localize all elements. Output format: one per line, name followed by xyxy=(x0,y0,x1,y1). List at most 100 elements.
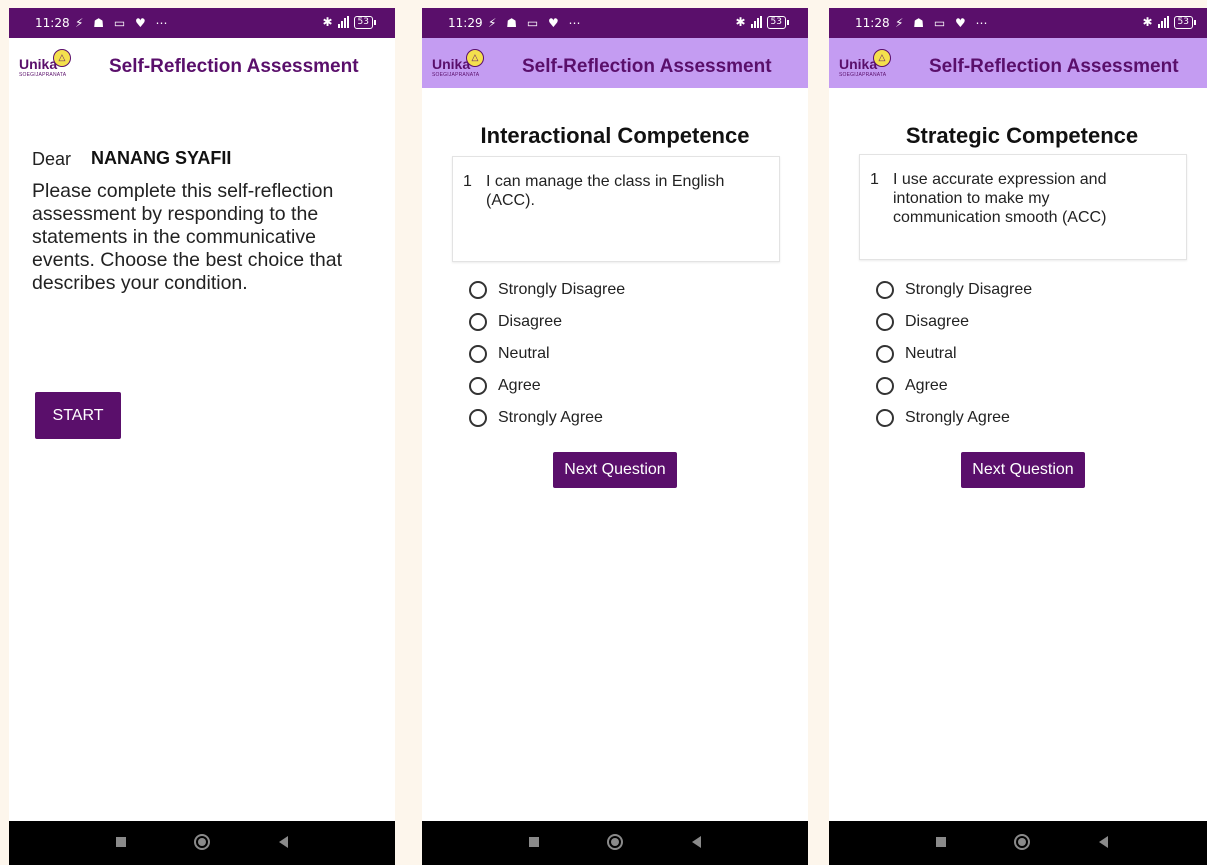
answer-options: Strongly Disagree Disagree Neutral Agree… xyxy=(469,274,625,434)
question-text: I can manage the class in English (ACC). xyxy=(486,173,725,209)
signal-icon xyxy=(750,16,762,28)
status-right: ✱ 53 xyxy=(1142,15,1197,29)
question-number: 1 xyxy=(870,171,879,188)
logo-subtext: SOEGIJAPRANATA xyxy=(19,72,67,78)
logo-subtext: SOEGIJAPRANATA xyxy=(432,72,480,78)
bluetooth-icon: ✱ xyxy=(322,15,333,29)
option-strongly-disagree[interactable]: Strongly Disagree xyxy=(469,274,625,306)
radio-icon[interactable] xyxy=(876,345,894,363)
app-bar: Unika △ SOEGIJAPRANATA Self-Reflection A… xyxy=(422,38,808,88)
status-right: ✱ 53 xyxy=(322,15,377,29)
radio-icon[interactable] xyxy=(469,313,487,331)
section-title: Strategic Competence xyxy=(905,123,1139,148)
option-label: Disagree xyxy=(498,313,563,330)
option-agree[interactable]: Agree xyxy=(876,370,1032,402)
system-nav-bar xyxy=(829,821,1207,865)
instructions-text: Please complete this self-reflection ass… xyxy=(32,180,343,294)
phone-screen-welcome: 11:28 ⚡ ☗ ▭ ♥ ⋯ ✱ 53 Unika △ SOEGIJAPRAN… xyxy=(9,8,395,865)
radio-icon[interactable] xyxy=(469,377,487,395)
status-bar: 11:29 ⚡ ☗ ▭ ♥ ⋯ ✱ 53 xyxy=(422,8,808,38)
radio-icon[interactable] xyxy=(876,377,894,395)
phone-screen-strategic: 11:28 ⚡ ☗ ▭ ♥ ⋯ ✱ 53 Unika △ SOEGIJAPRAN… xyxy=(829,8,1207,865)
unika-logo: Unika △ SOEGIJAPRANATA xyxy=(839,46,899,82)
system-nav-bar xyxy=(422,821,808,865)
user-name: NANANG SYAFII xyxy=(91,148,232,168)
app-bar: Unika △ SOEGIJAPRANATA Self-Reflection A… xyxy=(9,38,395,88)
section-title: Interactional Competence xyxy=(480,123,750,148)
recents-icon[interactable] xyxy=(116,837,126,847)
battery-icon: 53 xyxy=(766,15,790,29)
app-title: Self-Reflection Assessment xyxy=(522,56,772,77)
question-card: 1 I use accurate expression and intonati… xyxy=(859,154,1187,260)
app-bar: Unika △ SOEGIJAPRANATA Self-Reflection A… xyxy=(829,38,1207,88)
status-time: 11:29 xyxy=(448,16,483,30)
radio-icon[interactable] xyxy=(469,281,487,299)
back-icon[interactable] xyxy=(279,836,288,848)
status-bar: 11:28 ⚡ ☗ ▭ ♥ ⋯ ✱ 53 xyxy=(9,8,395,38)
bluetooth-icon: ✱ xyxy=(735,15,746,29)
notification-icons: ⚡ ☗ ▭ ♥ ⋯ xyxy=(895,16,991,30)
battery-icon: 53 xyxy=(1173,15,1197,29)
battery-icon: 53 xyxy=(353,15,377,29)
back-icon[interactable] xyxy=(692,836,701,848)
answer-options: Strongly Disagree Disagree Neutral Agree… xyxy=(876,274,1032,434)
start-button[interactable]: START xyxy=(35,392,121,439)
option-disagree[interactable]: Disagree xyxy=(876,306,1032,338)
radio-icon[interactable] xyxy=(876,281,894,299)
radio-icon[interactable] xyxy=(469,409,487,427)
logo-text: Unika xyxy=(432,56,471,72)
option-label: Neutral xyxy=(498,345,550,362)
recents-icon[interactable] xyxy=(936,837,946,847)
question-text: I use accurate expression and intonation… xyxy=(893,171,1107,226)
option-label: Neutral xyxy=(905,345,957,362)
app-title: Self-Reflection Assessment xyxy=(929,56,1179,77)
radio-icon[interactable] xyxy=(876,409,894,427)
app-title: Self-Reflection Assessment xyxy=(109,56,359,77)
option-agree[interactable]: Agree xyxy=(469,370,625,402)
logo-text: Unika xyxy=(839,56,878,72)
notification-icons: ⚡ ☗ ▭ ♥ ⋯ xyxy=(75,16,171,30)
bluetooth-icon: ✱ xyxy=(1142,15,1153,29)
option-disagree[interactable]: Disagree xyxy=(469,306,625,338)
logo-subtext: SOEGIJAPRANATA xyxy=(839,72,887,78)
option-neutral[interactable]: Neutral xyxy=(469,338,625,370)
unika-logo: Unika △ SOEGIJAPRANATA xyxy=(432,46,492,82)
option-label: Disagree xyxy=(905,313,970,330)
radio-icon[interactable] xyxy=(469,345,487,363)
phone-screen-interactional: 11:29 ⚡ ☗ ▭ ♥ ⋯ ✱ 53 Unika △ SOEGIJAPRAN… xyxy=(422,8,808,865)
option-label: Strongly Disagree xyxy=(498,281,626,298)
question-number: 1 xyxy=(463,173,472,190)
triangle-icon: △ xyxy=(466,49,484,67)
home-icon[interactable] xyxy=(1014,834,1030,850)
option-strongly-disagree[interactable]: Strongly Disagree xyxy=(876,274,1032,306)
home-icon[interactable] xyxy=(607,834,623,850)
status-time: 11:28 xyxy=(855,16,890,30)
question-card: 1 I can manage the class in English (ACC… xyxy=(452,156,780,262)
option-label: Strongly Agree xyxy=(498,409,603,426)
option-label: Strongly Agree xyxy=(905,409,1010,426)
next-question-button[interactable]: Next Question xyxy=(961,452,1085,488)
status-right: ✱ 53 xyxy=(735,15,790,29)
recents-icon[interactable] xyxy=(529,837,539,847)
option-neutral[interactable]: Neutral xyxy=(876,338,1032,370)
option-strongly-agree[interactable]: Strongly Agree xyxy=(469,402,625,434)
signal-icon xyxy=(337,16,349,28)
system-nav-bar xyxy=(9,821,395,865)
dear-label: Dear xyxy=(32,149,72,169)
notification-icons: ⚡ ☗ ▭ ♥ ⋯ xyxy=(488,16,584,30)
option-strongly-agree[interactable]: Strongly Agree xyxy=(876,402,1032,434)
option-label: Agree xyxy=(498,377,541,394)
status-time: 11:28 xyxy=(35,16,70,30)
triangle-icon: △ xyxy=(873,49,891,67)
back-icon[interactable] xyxy=(1099,836,1108,848)
radio-icon[interactable] xyxy=(876,313,894,331)
home-icon[interactable] xyxy=(194,834,210,850)
next-question-button[interactable]: Next Question xyxy=(553,452,677,488)
option-label: Agree xyxy=(905,377,948,394)
signal-icon xyxy=(1157,16,1169,28)
triangle-icon: △ xyxy=(53,49,71,67)
status-bar: 11:28 ⚡ ☗ ▭ ♥ ⋯ ✱ 53 xyxy=(829,8,1207,38)
unika-logo: Unika △ SOEGIJAPRANATA xyxy=(19,46,79,82)
logo-text: Unika xyxy=(19,56,58,72)
option-label: Strongly Disagree xyxy=(905,281,1033,298)
